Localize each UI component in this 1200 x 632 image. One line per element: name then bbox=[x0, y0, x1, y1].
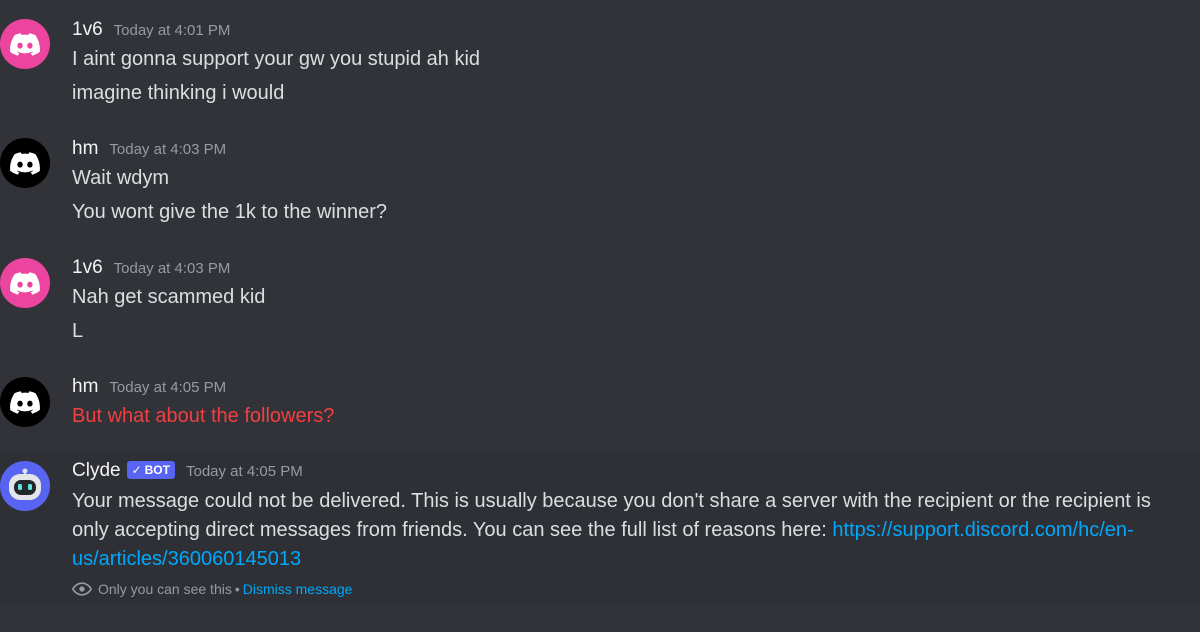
timestamp: Today at 4:05 PM bbox=[185, 463, 303, 480]
avatar[interactable] bbox=[0, 258, 50, 308]
username[interactable]: 1v6 bbox=[72, 19, 103, 41]
username[interactable]: hm bbox=[72, 138, 98, 160]
message-text: You wont give the 1k to the winner? bbox=[72, 201, 388, 223]
ephemeral-note: Only you can see this bbox=[98, 581, 232, 597]
ephemeral-notice: Only you can see this • Dismiss message bbox=[72, 581, 352, 597]
timestamp: Today at 4:03 PM bbox=[113, 260, 231, 277]
avatar[interactable] bbox=[0, 377, 50, 427]
discord-logo-icon bbox=[10, 33, 40, 56]
message-header: Clyde ✓ BOT Today at 4:05 PM bbox=[72, 460, 303, 488]
checkmark-icon: ✓ bbox=[131, 463, 142, 477]
username[interactable]: 1v6 bbox=[72, 257, 103, 279]
message-header: 1v6 Today at 4:01 PM bbox=[72, 19, 230, 47]
message-header: 1v6 Today at 4:03 PM bbox=[72, 257, 230, 285]
discord-logo-icon bbox=[10, 152, 40, 175]
avatar[interactable] bbox=[0, 138, 50, 188]
failed-message-text: But what about the followers? bbox=[72, 405, 335, 427]
bot-badge: ✓ BOT bbox=[126, 461, 175, 479]
discord-logo-icon bbox=[10, 272, 40, 295]
message-header: hm Today at 4:03 PM bbox=[72, 138, 226, 166]
message-text: Wait wdym bbox=[72, 167, 170, 189]
message-header: hm Today at 4:05 PM bbox=[72, 376, 226, 404]
username[interactable]: Clyde bbox=[72, 460, 121, 482]
avatar[interactable] bbox=[0, 461, 50, 511]
discord-logo-icon bbox=[10, 391, 40, 414]
clyde-message-text: Your message could not be delivered. Thi… bbox=[72, 487, 1172, 574]
separator: • bbox=[234, 581, 240, 597]
timestamp: Today at 4:05 PM bbox=[109, 379, 227, 396]
eye-icon bbox=[72, 582, 92, 596]
message-text: I aint gonna support your gw you stupid … bbox=[72, 48, 481, 70]
message-text: Nah get scammed kid bbox=[72, 286, 266, 308]
timestamp: Today at 4:01 PM bbox=[113, 22, 231, 39]
message-text: L bbox=[72, 320, 84, 342]
timestamp: Today at 4:03 PM bbox=[109, 141, 227, 158]
clyde-robot-icon bbox=[9, 468, 41, 500]
message-text: imagine thinking i would bbox=[72, 82, 285, 104]
dismiss-message-link[interactable]: Dismiss message bbox=[243, 581, 353, 597]
username[interactable]: hm bbox=[72, 376, 98, 398]
chat-messages: 1v6 Today at 4:01 PM I aint gonna suppor… bbox=[0, 0, 1200, 632]
bot-badge-label: BOT bbox=[144, 463, 170, 477]
avatar[interactable] bbox=[0, 19, 50, 69]
